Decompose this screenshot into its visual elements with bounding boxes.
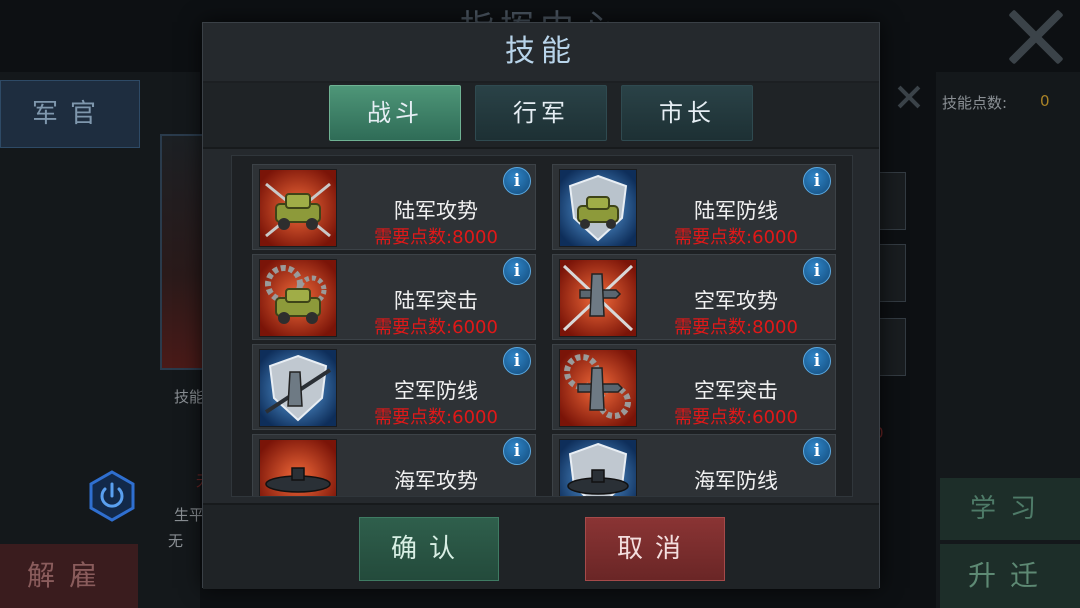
skill-slot[interactable] <box>878 318 906 376</box>
skill-dialog: 技能 战斗 行军 市长 陆军攻势 需要点数:8000 i 陆军防线 需要点数:6… <box>202 22 880 589</box>
skill-slot[interactable] <box>878 244 906 302</box>
skill-name: 海军防线 <box>694 469 778 493</box>
skill-name: 陆军突击 <box>394 289 478 313</box>
skill-card[interactable]: 空军攻势 需要点数:8000 i <box>552 254 836 340</box>
plane-defense-icon <box>259 349 337 427</box>
officer-portrait <box>160 134 208 370</box>
skill-cost: 需要点数:8000 <box>674 317 798 338</box>
info-icon[interactable]: i <box>803 167 831 195</box>
tab-mayor[interactable]: 市长 <box>621 85 753 141</box>
info-icon[interactable]: i <box>503 437 531 465</box>
tab-combat[interactable]: 战斗 <box>329 85 461 141</box>
info-icon[interactable]: i <box>503 257 531 285</box>
skill-cost: 需要点数:6000 <box>374 407 498 428</box>
skill-card[interactable]: 海军攻势 i <box>252 434 536 496</box>
skill-cost: 需要点数:6000 <box>674 227 798 248</box>
info-icon[interactable]: i <box>803 257 831 285</box>
plane-assault-icon <box>559 349 637 427</box>
skill-name: 空军攻势 <box>694 289 778 313</box>
skill-label: 技能 <box>174 388 205 406</box>
promote-button[interactable]: 升迁 <box>940 544 1080 608</box>
career-label: 生平 <box>174 506 205 524</box>
skill-name: 空军防线 <box>394 379 478 403</box>
tank-attack-icon <box>259 169 337 247</box>
skill-card[interactable]: 空军防线 需要点数:6000 i <box>252 344 536 430</box>
skill-name: 海军攻势 <box>394 469 478 493</box>
officer-button[interactable]: 军官 <box>0 80 140 148</box>
skill-cost: 需要点数:8000 <box>374 227 498 248</box>
learn-button[interactable]: 学习 <box>940 478 1080 540</box>
skill-points-label: 技能点数: <box>942 94 1008 112</box>
skill-card[interactable]: 陆军攻势 需要点数:8000 i <box>252 164 536 250</box>
dialog-title: 技能 <box>203 23 879 83</box>
skill-card[interactable]: 海军防线 i <box>552 434 836 496</box>
skill-card[interactable]: 空军突击 需要点数:6000 i <box>552 344 836 430</box>
skill-name: 陆军攻势 <box>394 199 478 223</box>
info-icon[interactable]: i <box>503 167 531 195</box>
info-icon[interactable]: i <box>503 347 531 375</box>
skill-name: 陆军防线 <box>694 199 778 223</box>
info-icon[interactable]: i <box>803 347 831 375</box>
career-value: 无 <box>168 532 184 550</box>
info-icon[interactable]: i <box>803 437 831 465</box>
confirm-button[interactable]: 确认 <box>359 517 499 581</box>
skill-slot[interactable] <box>878 172 906 230</box>
tank-defense-icon <box>559 169 637 247</box>
plane-attack-icon <box>559 259 637 337</box>
submarine-defense-icon <box>559 439 637 496</box>
submarine-attack-icon <box>259 439 337 496</box>
cancel-button[interactable]: 取消 <box>585 517 725 581</box>
skill-card[interactable]: 陆军防线 需要点数:6000 i <box>552 164 836 250</box>
skill-card[interactable]: 陆军突击 需要点数:6000 i <box>252 254 536 340</box>
dialog-footer: 确认 取消 <box>203 503 879 589</box>
close-icon[interactable] <box>1006 8 1064 66</box>
skill-name: 空军突击 <box>694 379 778 403</box>
skill-points-value: 0 <box>1040 92 1050 110</box>
tab-bar: 战斗 行军 市长 <box>203 83 879 149</box>
skill-cost: 需要点数:6000 <box>374 317 498 338</box>
skill-list[interactable]: 陆军攻势 需要点数:8000 i 陆军防线 需要点数:6000 i 陆军突击 需… <box>231 155 853 497</box>
panel-close-icon[interactable] <box>898 86 920 108</box>
skill-cost: 需要点数:6000 <box>674 407 798 428</box>
dismiss-button[interactable]: 解雇 <box>0 544 138 608</box>
power-icon[interactable] <box>88 470 136 522</box>
tank-assault-icon <box>259 259 337 337</box>
tab-march[interactable]: 行军 <box>475 85 607 141</box>
